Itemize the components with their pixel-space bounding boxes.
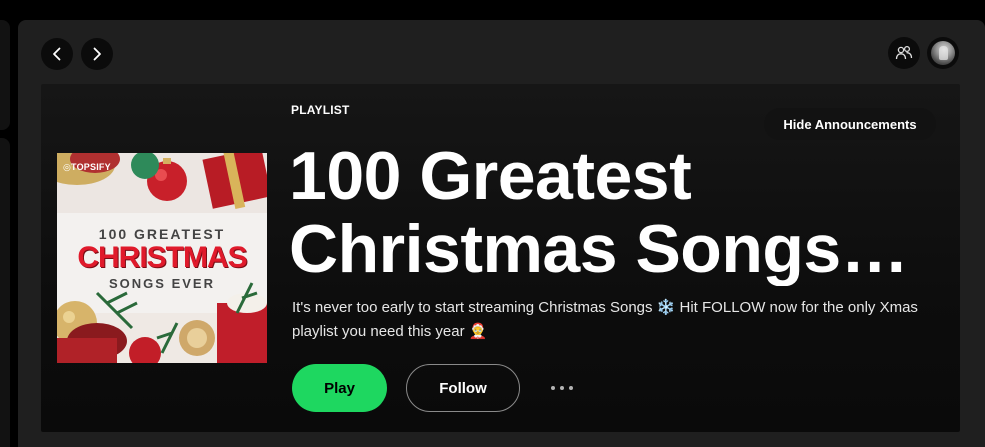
chevron-right-icon: [93, 47, 101, 61]
more-options-icon: [560, 386, 564, 390]
main-view: ◎TOPSIFY 100 GREATEST CHRISTMAS SONGS EV…: [18, 20, 985, 447]
chevron-left-icon: [53, 47, 61, 61]
more-options-icon: [551, 386, 555, 390]
playlist-title: 100 Greatest Christmas Songs Ever: [289, 140, 841, 286]
cover-brand-logo: ◎TOPSIFY: [63, 162, 111, 172]
library-panel-top: [0, 20, 10, 130]
library-panel-bottom: [0, 138, 10, 447]
follow-button[interactable]: Follow: [406, 364, 520, 412]
cover-title-line-3: SONGS EVER: [109, 276, 215, 291]
user-avatar: [931, 41, 955, 65]
cover-title-line-1: 100 GREATEST: [98, 226, 226, 242]
playlist-type-label: PLAYLIST: [291, 103, 350, 117]
play-button[interactable]: Play: [292, 364, 387, 412]
friends-icon: [895, 45, 913, 60]
more-options-button[interactable]: [544, 375, 580, 401]
back-button[interactable]: [41, 38, 73, 70]
hide-announcements-button[interactable]: Hide Announcements: [764, 108, 936, 140]
more-options-icon: [569, 386, 573, 390]
forward-button[interactable]: [81, 38, 113, 70]
friend-activity-button[interactable]: [888, 37, 920, 69]
playlist-description: It's never too early to start streaming …: [292, 299, 918, 340]
playlist-header: ◎TOPSIFY 100 GREATEST CHRISTMAS SONGS EV…: [41, 84, 960, 432]
cover-title-line-2: CHRISTMAS: [77, 241, 247, 274]
profile-button[interactable]: [927, 37, 959, 69]
playlist-cover-image: ◎TOPSIFY 100 GREATEST CHRISTMAS SONGS EV…: [57, 153, 267, 363]
